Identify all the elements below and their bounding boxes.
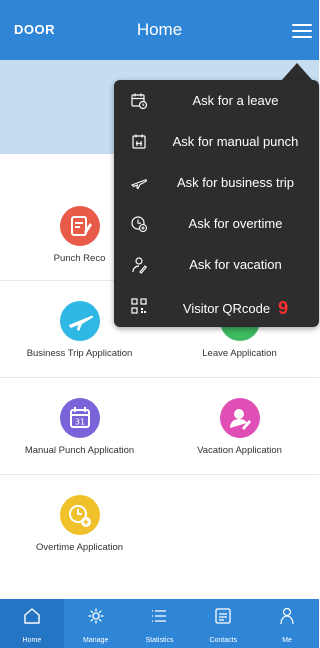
tile-label: Overtime Application [35, 542, 124, 553]
menu-item-label: Ask for manual punch [172, 134, 299, 149]
bottom-tab-bar: Home Manage Statistics Contacts Me [0, 599, 319, 648]
tile-vacation[interactable]: Vacation Application [160, 398, 319, 456]
menu-item-ask-business-trip[interactable]: Ask for business trip [114, 162, 319, 203]
calendar-icon: 31 [59, 398, 100, 438]
tile-manual-punch[interactable]: 31 Manual Punch Application [0, 398, 159, 456]
tile-label: Manual Punch Application [24, 445, 135, 456]
tab-home[interactable]: Home [0, 599, 64, 648]
menu-item-label: Visitor QRcode 9 [158, 298, 313, 319]
qrcode-icon [131, 298, 147, 314]
menu-item-ask-manual-punch[interactable]: Ask for manual punch [114, 121, 319, 162]
grid-row: Overtime Application [0, 475, 319, 571]
quick-action-menu: Ask for a leave Ask for manual punch Ask… [114, 80, 319, 327]
person-icon [280, 607, 294, 625]
person-vacation-icon [132, 257, 148, 274]
list-icon [152, 610, 167, 622]
calendar-clock-icon [131, 93, 148, 110]
svg-text:31: 31 [74, 418, 84, 427]
tab-contacts[interactable]: Contacts [191, 599, 255, 648]
tab-manage[interactable]: Manage [64, 599, 128, 648]
gear-icon [88, 608, 104, 624]
page-title: Home [136, 20, 183, 39]
tile-label: Business Trip Application [26, 348, 133, 359]
tab-label: Contacts [209, 637, 238, 644]
calendar-punch-icon [132, 134, 146, 149]
plane-outline-icon [131, 179, 148, 190]
menu-item-label: Ask for overtime [188, 216, 283, 231]
visitor-badge: 9 [278, 298, 289, 318]
contacts-card-icon [215, 608, 231, 624]
app-header: DOOR Home [0, 0, 319, 60]
tab-statistics[interactable]: Statistics [128, 599, 192, 648]
vacation-icon [219, 398, 260, 438]
tab-me[interactable]: Me [255, 599, 319, 648]
menu-item-label: Ask for business trip [176, 175, 295, 190]
menu-item-ask-vacation[interactable]: Ask for vacation [114, 244, 319, 285]
tab-label: Manage [83, 637, 109, 644]
popover-caret [281, 63, 313, 81]
tile-label: Leave Application [202, 348, 277, 359]
menu-item-text: Visitor QRcode [182, 301, 271, 316]
menu-item-label: Ask for a leave [192, 93, 279, 108]
overtime-clock-icon [59, 495, 100, 535]
grid-row: 31 Manual Punch Application Vacation App… [0, 378, 319, 475]
menu-item-ask-overtime[interactable]: Ask for overtime [114, 203, 319, 244]
tab-label: Me [282, 637, 292, 644]
quick-action-popover: Ask for a leave Ask for manual punch Ask… [114, 57, 319, 333]
menu-item-ask-leave[interactable]: Ask for a leave [114, 80, 319, 121]
airplane-icon [59, 301, 100, 341]
tab-label: Statistics [145, 637, 174, 644]
tab-label: Home [22, 637, 42, 644]
punch-record-icon [59, 206, 100, 246]
home-icon [24, 608, 40, 624]
tile-overtime[interactable]: Overtime Application [0, 495, 159, 553]
menu-item-visitor-qrcode[interactable]: Visitor QRcode 9 [114, 285, 319, 326]
tile-label: Vacation Application [197, 445, 282, 456]
hamburger-menu-icon[interactable] [292, 24, 312, 38]
menu-item-label: Ask for vacation [189, 257, 282, 272]
clock-plus-icon [131, 216, 148, 233]
